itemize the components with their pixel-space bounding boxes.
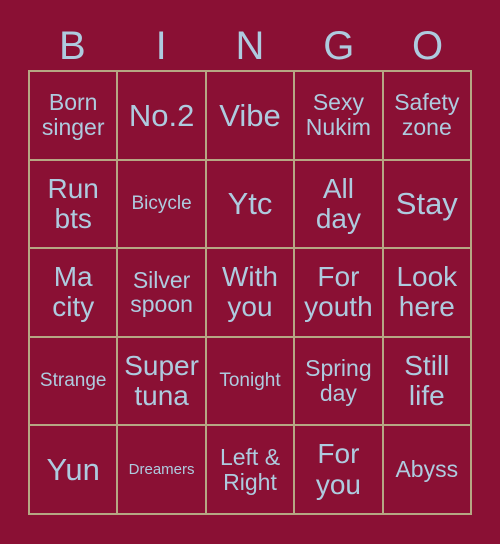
bingo-cell-label: Safety zone	[394, 89, 460, 141]
bingo-cell-label: Look here	[396, 261, 458, 323]
bingo-cell[interactable]: Strange	[30, 337, 119, 427]
bingo-cell-label: With you	[221, 261, 278, 323]
bingo-cell[interactable]: Abyss	[383, 426, 472, 515]
bingo-cell-label: Abyss	[395, 456, 459, 483]
bingo-cell[interactable]: Dreamers	[118, 426, 207, 515]
bingo-cell-label: Vibe	[219, 97, 281, 133]
bingo-cell-label: No.2	[128, 97, 195, 133]
header-letter-i: I	[155, 24, 167, 68]
bingo-cell-label: For you	[315, 438, 361, 500]
bingo-cell-label: All day	[315, 172, 361, 234]
bingo-cell-label: Spring day	[305, 355, 372, 407]
bingo-cell-label: Left & Right	[219, 443, 281, 495]
bingo-cell-label: Bicycle	[131, 192, 192, 214]
bingo-cell[interactable]: All day	[295, 160, 384, 250]
bingo-cell-label: Silver spoon	[130, 266, 193, 318]
bingo-cell-label: Born singer	[41, 89, 105, 141]
bingo-grid: Born singer No.2 Vibe Sexy Nukim Safety …	[28, 70, 472, 515]
bingo-cell-label: Strange	[39, 369, 107, 391]
bingo-cell-label: Yun	[46, 451, 100, 487]
bingo-cell[interactable]: Born singer	[30, 72, 119, 161]
bingo-cell-label: Stay	[395, 186, 458, 222]
bingo-cell-label: Dreamers	[128, 460, 195, 478]
bingo-header: B I N G O	[28, 22, 472, 70]
bingo-cell[interactable]: Still life	[383, 337, 472, 427]
bingo-cell[interactable]: Yun	[30, 426, 119, 515]
bingo-cell-label: Still life	[404, 349, 450, 412]
header-letter-o: O	[412, 24, 444, 68]
header-letter-b: B	[59, 24, 86, 68]
bingo-cell[interactable]: Safety zone	[383, 72, 472, 161]
bingo-cell-label: Run bts	[47, 172, 99, 234]
bingo-cell[interactable]: No.2	[118, 72, 207, 161]
bingo-cell[interactable]: Vibe	[206, 72, 296, 161]
bingo-cell[interactable]: Bicycle	[118, 160, 207, 250]
bingo-cell[interactable]: Ma city	[30, 249, 119, 338]
bingo-cell-label: Ma city	[52, 261, 95, 323]
bingo-cell[interactable]: Run bts	[30, 160, 119, 250]
bingo-cell-label: For youth	[304, 261, 373, 323]
bingo-cell[interactable]: Sexy Nukim	[295, 72, 384, 161]
bingo-cell[interactable]: Look here	[383, 249, 472, 338]
bingo-cell[interactable]: Stay	[383, 160, 472, 250]
bingo-cell[interactable]: For youth	[295, 249, 384, 338]
bingo-cell-label: Sexy Nukim	[305, 89, 371, 141]
bingo-cell[interactable]: Tonight	[206, 337, 296, 427]
header-letter-n: N	[235, 24, 265, 68]
bingo-cell[interactable]: Ytc	[206, 160, 296, 250]
bingo-cell[interactable]: With you	[206, 249, 296, 338]
bingo-cell-label: Super tuna	[124, 349, 199, 412]
bingo-cell[interactable]: For you	[295, 426, 384, 515]
bingo-cell-label: Tonight	[219, 369, 281, 391]
bingo-card: B I N G O Born singer No.2 Vibe Sexy Nuk…	[0, 0, 500, 544]
header-letter-g: G	[323, 24, 355, 68]
bingo-cell-label: Ytc	[227, 186, 273, 222]
bingo-cell[interactable]: Left & Right	[206, 426, 296, 515]
bingo-cell[interactable]: Super tuna	[118, 337, 207, 427]
bingo-cell[interactable]: Silver spoon	[118, 249, 207, 338]
bingo-cell[interactable]: Spring day	[295, 337, 384, 427]
